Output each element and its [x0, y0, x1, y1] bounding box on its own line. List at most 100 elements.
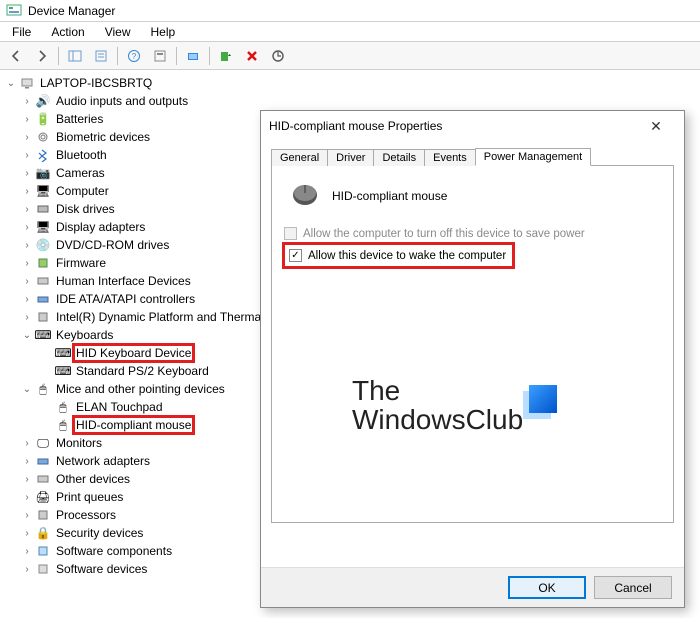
camera-icon: 📷: [34, 166, 52, 180]
watermark-line1: The: [352, 376, 523, 405]
mouse-icon: 🖱: [34, 382, 52, 397]
tab-driver[interactable]: Driver: [327, 149, 374, 166]
tab-panel-power: HID-compliant mouse Allow the computer t…: [271, 165, 674, 523]
tab-events[interactable]: Events: [424, 149, 476, 166]
menu-view[interactable]: View: [97, 23, 139, 41]
expand-icon[interactable]: ›: [20, 96, 34, 107]
expand-icon[interactable]: ›: [20, 150, 34, 161]
expand-icon[interactable]: ›: [20, 186, 34, 197]
fingerprint-icon: [34, 130, 52, 144]
allow-wake-label: Allow this device to wake the computer: [308, 250, 506, 262]
allow-wake-row[interactable]: ✓ Allow this device to wake the computer: [287, 247, 506, 264]
show-hide-tree-button[interactable]: [63, 45, 87, 67]
toolbar-separator: [58, 47, 59, 65]
tab-power-management[interactable]: Power Management: [475, 148, 591, 166]
disc-icon: 💿: [34, 238, 52, 252]
menu-file[interactable]: File: [4, 23, 39, 41]
computer-icon: 🖥: [34, 184, 52, 198]
expand-icon[interactable]: ›: [20, 222, 34, 233]
mouse-icon: 🖱: [54, 400, 72, 415]
bluetooth-icon: [34, 148, 52, 162]
help-button[interactable]: ?: [122, 45, 146, 67]
cpu-icon: [34, 508, 52, 522]
scan-hardware-button[interactable]: [181, 45, 205, 67]
expand-icon[interactable]: ›: [20, 474, 34, 485]
expand-icon[interactable]: ›: [20, 510, 34, 521]
forward-button[interactable]: [30, 45, 54, 67]
window-titlebar: Device Manager: [0, 0, 700, 22]
chip-icon: [34, 256, 52, 270]
update-driver-button[interactable]: [266, 45, 290, 67]
toolbar: ?: [0, 42, 700, 70]
window-title: Device Manager: [28, 4, 115, 18]
expand-icon[interactable]: ›: [20, 438, 34, 449]
watermark: The WindowsClub: [352, 376, 557, 435]
svg-text:?: ?: [132, 52, 137, 61]
keyboard-icon: ⌨: [54, 346, 72, 360]
tree-item-audio[interactable]: ›🔊Audio inputs and outputs: [4, 92, 700, 110]
expand-icon[interactable]: ›: [20, 132, 34, 143]
toolbar-separator: [117, 47, 118, 65]
enable-device-button[interactable]: [214, 45, 238, 67]
unknown-icon: [34, 472, 52, 486]
tree-root-label: LAPTOP-IBCSBRTQ: [38, 75, 154, 91]
back-button[interactable]: [4, 45, 28, 67]
ok-button[interactable]: OK: [508, 576, 586, 599]
expand-icon[interactable]: ›: [20, 258, 34, 269]
device-name-label: HID-compliant mouse: [332, 189, 447, 203]
expand-icon[interactable]: ›: [20, 546, 34, 557]
lock-icon: 🔒: [34, 526, 52, 540]
disk-icon: [34, 202, 52, 216]
allow-turnoff-label: Allow the computer to turn off this devi…: [303, 228, 585, 240]
cancel-button[interactable]: Cancel: [594, 576, 672, 599]
speaker-icon: 🔊: [34, 94, 52, 108]
dialog-titlebar[interactable]: HID-compliant mouse Properties ✕: [261, 111, 684, 141]
properties-button[interactable]: [89, 45, 113, 67]
software-icon: [34, 562, 52, 576]
printer-icon: 🖨: [34, 490, 52, 504]
mouse-device-icon: [288, 180, 322, 211]
collapse-icon[interactable]: ⌄: [4, 78, 18, 89]
expand-icon[interactable]: ›: [20, 276, 34, 287]
chip-icon: [34, 310, 52, 324]
wake-option-highlight: ✓ Allow this device to wake the computer: [282, 242, 515, 269]
hid-keyboard-label: HID Keyboard Device: [74, 345, 193, 361]
close-button[interactable]: ✕: [636, 112, 676, 140]
menu-help[interactable]: Help: [143, 23, 184, 41]
mouse-icon: 🖱: [54, 418, 72, 433]
collapse-icon[interactable]: ⌄: [20, 330, 34, 341]
expand-icon[interactable]: ›: [20, 168, 34, 179]
allow-wake-checkbox[interactable]: ✓: [289, 249, 302, 262]
expand-icon[interactable]: ›: [20, 294, 34, 305]
device-properties-dialog: HID-compliant mouse Properties ✕ General…: [260, 110, 685, 608]
uninstall-device-button[interactable]: [240, 45, 264, 67]
allow-turnoff-row: Allow the computer to turn off this devi…: [282, 225, 663, 242]
expand-icon[interactable]: ›: [20, 312, 34, 323]
dialog-tabstrip: General Driver Details Events Power Mana…: [271, 143, 674, 165]
toolbar-separator: [209, 47, 210, 65]
dialog-title: HID-compliant mouse Properties: [269, 119, 442, 133]
controller-icon: [34, 292, 52, 306]
action-button[interactable]: [148, 45, 172, 67]
expand-icon[interactable]: ›: [20, 204, 34, 215]
tab-general[interactable]: General: [271, 149, 328, 166]
expand-icon[interactable]: ›: [20, 492, 34, 503]
expand-icon[interactable]: ›: [20, 240, 34, 251]
expand-icon[interactable]: ›: [20, 114, 34, 125]
computer-icon: [18, 76, 36, 90]
keyboard-icon: ⌨: [34, 328, 52, 342]
tab-details[interactable]: Details: [373, 149, 425, 166]
watermark-logo-icon: [529, 385, 557, 413]
expand-icon[interactable]: ›: [20, 528, 34, 539]
app-icon: [6, 3, 22, 19]
expand-icon[interactable]: ›: [20, 456, 34, 467]
battery-icon: 🔋: [34, 112, 52, 126]
tree-root[interactable]: ⌄ LAPTOP-IBCSBRTQ: [4, 74, 700, 92]
dialog-footer: OK Cancel: [261, 567, 684, 607]
network-icon: [34, 454, 52, 468]
collapse-icon[interactable]: ⌄: [20, 384, 34, 395]
display-icon: 🖥: [34, 220, 52, 234]
menu-action[interactable]: Action: [43, 23, 92, 41]
expand-icon[interactable]: ›: [20, 564, 34, 575]
menubar: File Action View Help: [0, 22, 700, 42]
